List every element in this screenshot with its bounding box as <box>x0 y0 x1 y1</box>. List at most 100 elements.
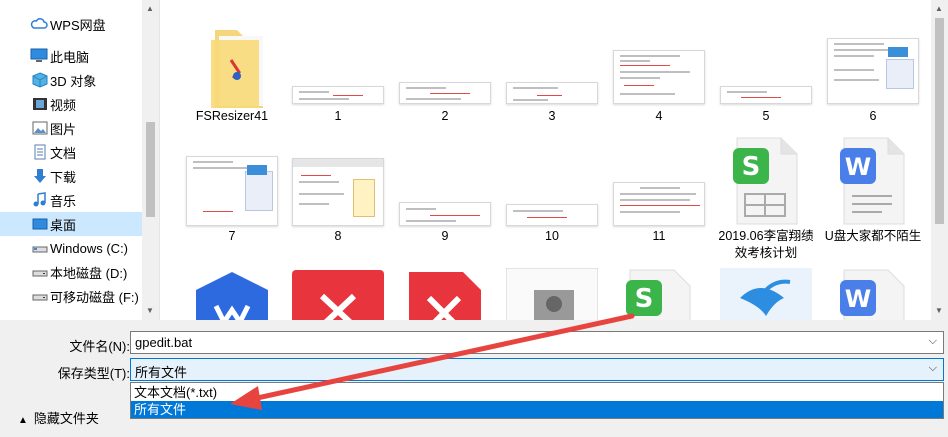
filename-value: gpedit.bat <box>135 335 193 350</box>
folder-icon <box>211 30 263 108</box>
file-tile-word-2[interactable]: W <box>823 268 923 320</box>
file-tile-3[interactable]: 3 <box>502 14 602 129</box>
screenshot-thumbnail <box>613 50 705 104</box>
file-tile-bird-app[interactable] <box>716 268 816 320</box>
chevron-down-icon[interactable]: ⌵ <box>929 362 937 375</box>
nav-item-this-pc[interactable]: 此电脑 <box>0 44 143 68</box>
nav-item-3d-objects[interactable]: 3D 对象 <box>0 68 143 92</box>
file-tile-word[interactable]: W U盘大家都不陌生 <box>823 136 923 266</box>
scroll-up-icon[interactable]: ▲ <box>146 4 154 13</box>
music-icon <box>32 192 49 208</box>
file-label: FSResizer41 <box>195 109 269 123</box>
svg-text:W: W <box>845 285 871 313</box>
wps-pdf-icon <box>292 270 384 320</box>
nav-item-label: WPS网盘 <box>50 17 106 33</box>
screenshot-thumbnail <box>613 182 705 226</box>
chevron-down-icon[interactable]: ⌵ <box>929 335 937 348</box>
file-tile-10[interactable]: 10 <box>502 136 602 266</box>
file-tile-5[interactable]: 5 <box>716 14 816 129</box>
drive-icon <box>32 264 49 280</box>
nav-item-label: 下载 <box>50 169 77 185</box>
wps-word-icon: W <box>840 269 905 320</box>
file-tile-wps-app[interactable] <box>182 268 282 320</box>
wps-word-icon: W <box>840 137 905 225</box>
filetype-select[interactable]: 所有文件 ⌵ <box>130 358 944 381</box>
removable-drive-icon <box>32 288 49 304</box>
file-tile-1[interactable]: 1 <box>288 14 388 129</box>
pictures-icon <box>32 120 49 136</box>
nav-scroll-thumb[interactable] <box>146 122 155 217</box>
screenshot-thumbnail <box>292 86 384 104</box>
filetype-label: 保存类型(T): <box>57 366 130 381</box>
hide-folders-toggle[interactable]: ▲ 隐藏文件夹 <box>18 408 99 427</box>
scroll-up-icon[interactable]: ▲ <box>935 4 943 13</box>
file-tile-4[interactable]: 4 <box>609 14 709 129</box>
nav-item-pictures[interactable]: 图片 <box>0 116 143 140</box>
nav-item-drive-c[interactable]: Windows (C:) <box>0 236 143 260</box>
screenshot-thumbnail <box>827 38 919 104</box>
nav-item-videos[interactable]: 视频 <box>0 92 143 116</box>
file-label: 8 <box>334 229 342 243</box>
nav-item-desktop[interactable]: 桌面 <box>0 212 143 236</box>
file-label: 1 <box>334 109 342 123</box>
nav-item-label: 可移动磁盘 (F:) <box>50 289 139 305</box>
file-tile-fsresizer[interactable]: FSResizer41 <box>182 14 282 129</box>
file-view-scrollbar[interactable]: ▲ ▼ <box>931 0 948 320</box>
wps-spreadsheet-icon: S <box>626 269 691 320</box>
nav-item-documents[interactable]: 文档 <box>0 140 143 164</box>
file-tile-installer[interactable] <box>502 268 602 320</box>
option-text-file[interactable]: 文本文档(*.txt) <box>131 384 943 401</box>
nav-item-label: 音乐 <box>50 193 77 209</box>
file-tile-8[interactable]: 8 <box>288 136 388 266</box>
installer-icon <box>506 268 598 320</box>
nav-scrollbar[interactable]: ▲ ▼ <box>142 0 159 320</box>
file-tile-red-app-2[interactable] <box>395 268 495 320</box>
file-label: 3 <box>548 109 556 123</box>
file-tile-red-app-1[interactable] <box>288 268 388 320</box>
nav-item-label: 视频 <box>50 97 77 113</box>
nav-item-label: 此电脑 <box>50 49 90 65</box>
wps-pdf-file-icon <box>409 272 481 320</box>
screenshot-thumbnail <box>506 82 598 104</box>
documents-icon <box>32 144 49 160</box>
file-tile-sheet-2[interactable]: S <box>609 268 709 320</box>
wps-spreadsheet-icon: S <box>733 137 798 225</box>
nav-item-label: 桌面 <box>50 217 77 233</box>
video-icon <box>32 96 49 112</box>
nav-item-drive-d[interactable]: 本地磁盘 (D:) <box>0 260 143 284</box>
file-tile-spreadsheet[interactable]: S 2019.06李富翔绩效考核计划 <box>716 136 816 266</box>
chevron-up-icon: ▲ <box>18 415 28 426</box>
computer-icon <box>30 48 48 64</box>
option-all-files[interactable]: 所有文件 <box>131 401 943 418</box>
nav-item-drive-f[interactable]: 可移动磁盘 (F:) <box>0 284 143 308</box>
screenshot-thumbnail <box>399 202 491 226</box>
file-label: 10 <box>545 229 559 243</box>
file-view: FSResizer41 1 2 3 4 5 6 7 8 9 10 11 S 20… <box>160 0 948 320</box>
file-label: 2 <box>441 109 449 123</box>
file-label: 4 <box>655 109 663 123</box>
hide-folders-label: 隐藏文件夹 <box>33 411 99 426</box>
bird-app-icon <box>720 268 812 320</box>
file-tile-7[interactable]: 7 <box>182 136 282 266</box>
filetype-value: 所有文件 <box>135 365 188 380</box>
wps-office-icon <box>196 272 268 320</box>
screenshot-thumbnail <box>292 158 384 226</box>
nav-item-music[interactable]: 音乐 <box>0 188 143 212</box>
cloud-icon <box>30 16 48 32</box>
nav-item-wps-cloud[interactable]: WPS网盘 <box>0 12 143 36</box>
download-icon <box>32 168 49 184</box>
nav-item-downloads[interactable]: 下载 <box>0 164 143 188</box>
screenshot-thumbnail <box>506 204 598 226</box>
scroll-down-icon[interactable]: ▼ <box>146 306 154 315</box>
nav-item-label: 图片 <box>50 121 77 137</box>
svg-text:W: W <box>845 153 871 181</box>
navigation-pane: WPS网盘 此电脑 3D 对象 视频 图片 文档 下载 音乐 桌面 Window… <box>0 0 160 320</box>
filename-input[interactable]: gpedit.bat ⌵ <box>130 331 944 354</box>
file-tile-6[interactable]: 6 <box>823 14 923 129</box>
file-tile-11[interactable]: 11 <box>609 136 709 266</box>
scroll-down-icon[interactable]: ▼ <box>935 306 943 315</box>
file-view-scroll-thumb[interactable] <box>935 18 944 224</box>
file-tile-9[interactable]: 9 <box>395 136 495 266</box>
file-tile-2[interactable]: 2 <box>395 14 495 129</box>
file-label: 2019.06李富翔绩效考核计划 <box>718 229 814 260</box>
